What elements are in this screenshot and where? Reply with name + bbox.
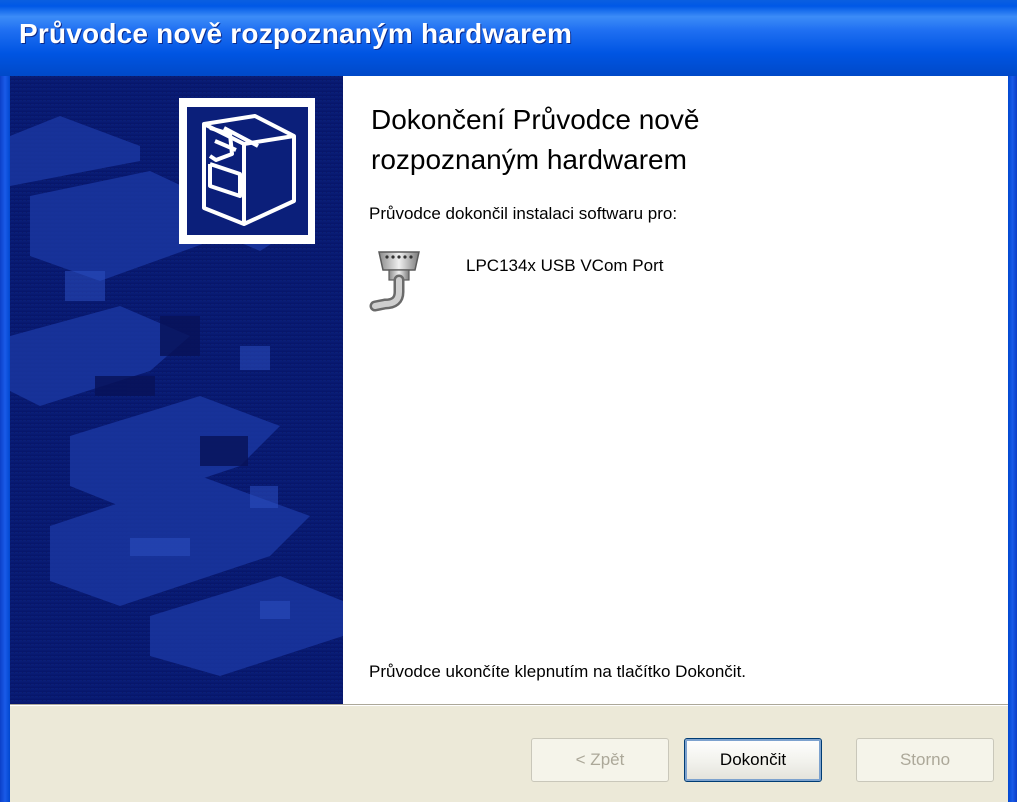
cancel-button[interactable]: Storno: [856, 738, 994, 782]
wizard-side-panel: [10, 76, 343, 704]
wizard-watermark-graphic: [10, 76, 343, 704]
window-frame-right: [1008, 76, 1017, 802]
finish-instruction-text: Průvodce ukončíte klepnutím na tlačítko …: [369, 662, 747, 681]
title-bar[interactable]: Průvodce nově rozpoznaným hardwarem: [0, 0, 1017, 76]
heading-line-1: Dokončení Průvodce nově: [371, 104, 700, 135]
button-bar: < Zpět Dokončit Storno: [10, 706, 1008, 802]
installed-device: LPC134x USB VCom Port: [369, 248, 869, 328]
window-title: Průvodce nově rozpoznaným hardwarem: [19, 18, 573, 49]
back-button[interactable]: < Zpět: [531, 738, 669, 782]
wizard-content: Dokončení Průvodce nově rozpoznaným hard…: [343, 76, 1008, 704]
install-summary-text: Průvodce dokončil instalaci softwaru pro…: [369, 204, 678, 223]
hardware-icon: [179, 98, 315, 244]
serial-port-icon: [369, 251, 420, 312]
heading-line-2: rozpoznaným hardwarem: [371, 144, 687, 175]
window-frame-left: [0, 76, 10, 802]
page-heading: Dokončení Průvodce nově rozpoznaným hard…: [371, 100, 851, 180]
device-name: LPC134x USB VCom Port: [466, 256, 664, 275]
finish-button[interactable]: Dokončit: [684, 738, 822, 782]
